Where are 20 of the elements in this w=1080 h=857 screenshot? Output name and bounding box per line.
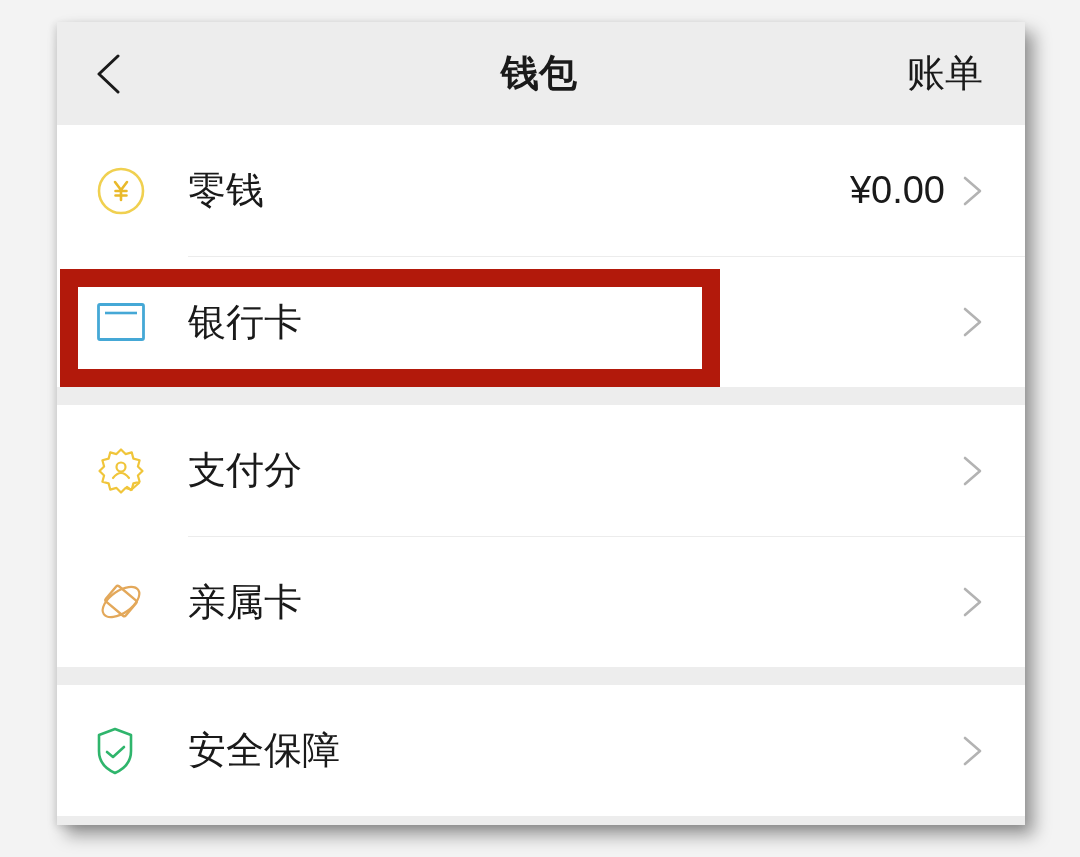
row-label: 零钱 bbox=[188, 167, 265, 214]
menu-row[interactable]: 银行卡 bbox=[57, 256, 1025, 387]
chevron-right-icon bbox=[963, 455, 982, 486]
balance-amount: ¥0.00 bbox=[849, 169, 945, 212]
shield-check-icon bbox=[97, 726, 133, 775]
page-title: 钱包 bbox=[501, 50, 577, 97]
row-label: 支付分 bbox=[188, 447, 303, 494]
card-icon bbox=[97, 302, 145, 341]
row-label: 银行卡 bbox=[188, 298, 303, 346]
back-button[interactable] bbox=[95, 53, 121, 94]
back-icon bbox=[95, 53, 121, 94]
badge-person-icon bbox=[97, 446, 145, 495]
row-label: 安全保障 bbox=[188, 727, 341, 774]
yen-coin-icon bbox=[97, 166, 145, 215]
row-label: 亲属卡 bbox=[188, 578, 303, 626]
bills-button[interactable]: 账单 bbox=[907, 48, 983, 99]
chevron-right-icon bbox=[963, 587, 982, 617]
chevron-right-icon bbox=[963, 735, 982, 766]
chevron-right-icon bbox=[963, 307, 982, 337]
chevron-right-icon bbox=[963, 175, 982, 206]
